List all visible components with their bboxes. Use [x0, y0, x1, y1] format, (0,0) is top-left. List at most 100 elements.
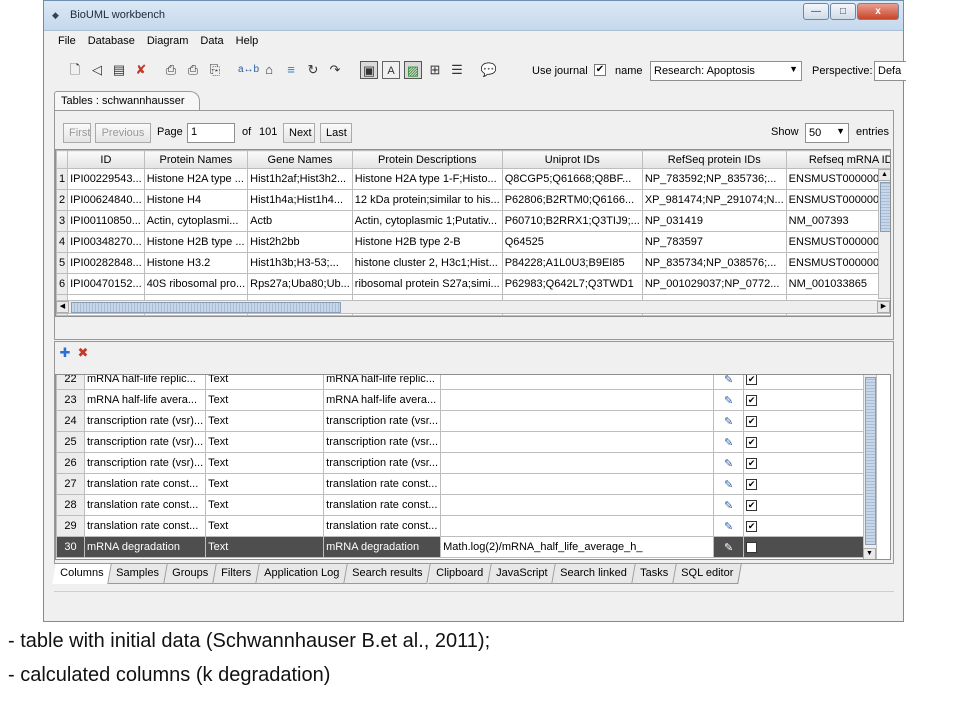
- header-uniprot-ids[interactable]: Uniprot IDs: [501, 150, 643, 169]
- column-name[interactable]: transcription rate (vsr)...: [83, 452, 207, 474]
- column-name[interactable]: translation rate const...: [83, 515, 207, 537]
- menu-database[interactable]: Database: [84, 32, 143, 52]
- tab-tasks[interactable]: Tasks: [632, 564, 677, 584]
- table-cell[interactable]: P60710;B2RRX1;Q3TIJ9;...: [501, 210, 643, 232]
- table-cell[interactable]: IPI00624840...: [67, 189, 145, 211]
- menu-help[interactable]: Help: [232, 32, 267, 52]
- header-protein-descriptions[interactable]: Protein Descriptions: [351, 150, 503, 169]
- column-formula[interactable]: Math.log(2)/mRNA_half_life_average_h_: [440, 536, 715, 558]
- table-cell[interactable]: Histone H2A type ...: [143, 168, 249, 190]
- edit-formula-icon[interactable]: ✎: [713, 389, 745, 411]
- column-row[interactable]: 26 transcription rate (vsr)... Text transcr…: [56, 452, 865, 474]
- menu-diagram[interactable]: Diagram: [143, 32, 197, 52]
- select-icon[interactable]: ▣: [360, 61, 378, 79]
- perspective-select[interactable]: Defa: [874, 61, 906, 81]
- column-type[interactable]: Text: [205, 473, 325, 495]
- table-cell[interactable]: Histone H4: [143, 189, 249, 211]
- visible-checkbox[interactable]: ✔: [746, 478, 758, 490]
- header-id[interactable]: ID: [67, 150, 145, 169]
- table-cell[interactable]: Hist1h2af;Hist3h2...: [247, 168, 353, 190]
- tab-application-log[interactable]: Application Log: [256, 564, 349, 584]
- data-table-hscroll[interactable]: ◀ ▶: [56, 300, 890, 314]
- title-bar[interactable]: ◆ BioUML workbench — □ x: [44, 1, 903, 31]
- tab-search-results[interactable]: Search results: [344, 564, 432, 584]
- filter-icon[interactable]: ≡: [282, 61, 300, 79]
- column-title[interactable]: translation rate const...: [323, 473, 442, 495]
- column-title[interactable]: mRNA half-life replic...: [323, 375, 442, 390]
- table-cell[interactable]: NP_783597: [641, 231, 787, 253]
- edit-formula-icon[interactable]: ✎: [713, 536, 745, 558]
- table-cell[interactable]: ENSMUST0000007300...: [785, 189, 890, 211]
- table-cell[interactable]: Q8CGP5;Q61668;Q8BF...: [501, 168, 643, 190]
- table-cell[interactable]: Actin, cytoplasmi...: [143, 210, 249, 232]
- column-formula[interactable]: [440, 515, 715, 537]
- tab-sql-editor[interactable]: SQL editor: [673, 564, 742, 584]
- table-cell[interactable]: Actb: [247, 210, 353, 232]
- table-cell[interactable]: XP_981474;NP_291074;N...: [641, 189, 787, 211]
- table-cell[interactable]: ribosomal protein S27a;simi...: [351, 273, 503, 295]
- new-document-icon[interactable]: 🗋: [66, 61, 84, 79]
- redo-icon[interactable]: ↷: [326, 61, 344, 79]
- save-icon[interactable]: ▤: [110, 61, 128, 79]
- column-name[interactable]: mRNA half-life replic...: [83, 375, 207, 390]
- edit-formula-icon[interactable]: ✎: [713, 515, 745, 537]
- scroll-left-icon[interactable]: ◀: [56, 301, 69, 313]
- text-icon[interactable]: A: [382, 61, 400, 79]
- table-cell[interactable]: histone cluster 2, H3c1;Hist...: [351, 252, 503, 274]
- visible-checkbox[interactable]: ✔: [746, 415, 758, 427]
- column-type[interactable]: Text: [205, 494, 325, 516]
- column-type[interactable]: Text: [205, 389, 325, 411]
- edit-formula-icon[interactable]: ✎: [713, 431, 745, 453]
- table-cell[interactable]: NP_783592;NP_835736;...: [641, 168, 787, 190]
- column-title[interactable]: mRNA half-life avera...: [323, 389, 442, 411]
- menu-file[interactable]: File: [54, 32, 84, 52]
- spell-icon[interactable]: a↔b: [238, 61, 259, 79]
- edit-formula-icon[interactable]: ✎: [713, 452, 745, 474]
- table-cell[interactable]: Histone H3.2: [143, 252, 249, 274]
- column-row[interactable]: 24 transcription rate (vsr)... Text transcr…: [56, 410, 865, 432]
- column-type[interactable]: Text: [205, 536, 325, 558]
- layout-icon[interactable]: ⊞: [426, 61, 444, 79]
- column-formula[interactable]: [440, 494, 715, 516]
- table-row[interactable]: 6 IPI00470152... 40S ribosomal pro... Rps27…: [56, 273, 890, 295]
- column-title[interactable]: transcription rate (vsr...: [323, 452, 442, 474]
- table-cell[interactable]: IPI00229543...: [67, 168, 145, 190]
- previous-page-button[interactable]: Previous: [95, 123, 151, 143]
- scroll-down-icon[interactable]: ▼: [863, 548, 876, 559]
- next-page-button[interactable]: Next: [283, 123, 315, 143]
- column-name[interactable]: translation rate const...: [83, 494, 207, 516]
- close-button[interactable]: x: [857, 3, 899, 20]
- print-icon[interactable]: ⎙: [162, 61, 180, 79]
- tab-groups[interactable]: Groups: [164, 564, 218, 584]
- table-cell[interactable]: IPI00348270...: [67, 231, 145, 253]
- scroll-up-icon[interactable]: ▲: [878, 169, 890, 181]
- column-type[interactable]: Text: [205, 515, 325, 537]
- column-formula[interactable]: [440, 375, 715, 390]
- column-row[interactable]: 23 mRNA half-life avera... Text mRNA half-l…: [56, 389, 865, 411]
- column-row[interactable]: 30 mRNA degradation Text mRNA degradation Ma…: [56, 536, 865, 558]
- visible-checkbox[interactable]: ✔: [746, 375, 758, 385]
- column-title[interactable]: translation rate const...: [323, 494, 442, 516]
- table-cell[interactable]: ENSMUST0000007326...: [785, 168, 890, 190]
- use-journal-checkbox[interactable]: ✔: [594, 64, 606, 76]
- scroll-thumb[interactable]: [865, 377, 876, 545]
- table-cell[interactable]: NP_835734;NP_038576;...: [641, 252, 787, 274]
- tab-samples[interactable]: Samples: [108, 564, 168, 584]
- table-cell[interactable]: NM_007393: [785, 210, 890, 232]
- tab-filters[interactable]: Filters: [213, 564, 260, 584]
- data-table-vscroll[interactable]: ▲: [878, 169, 890, 299]
- visible-checkbox[interactable]: ✔: [746, 436, 758, 448]
- table-cell[interactable]: Histone H2B type ...: [143, 231, 249, 253]
- table-cell[interactable]: IPI00282848...: [67, 252, 145, 274]
- page-setup-icon[interactable]: ⎘: [206, 61, 224, 79]
- comment-icon[interactable]: 💬: [480, 61, 498, 79]
- minimize-button[interactable]: —: [803, 3, 829, 20]
- column-name[interactable]: mRNA degradation: [83, 536, 207, 558]
- table-cell[interactable]: P84228;A1L0U3;B9EI85: [501, 252, 643, 274]
- table-cell[interactable]: 12 kDa protein;similar to his...: [351, 189, 503, 211]
- image-icon[interactable]: ▨: [404, 61, 422, 79]
- visible-checkbox[interactable]: ✔: [746, 499, 758, 511]
- column-formula[interactable]: [440, 431, 715, 453]
- column-type[interactable]: Text: [205, 431, 325, 453]
- column-type[interactable]: Text: [205, 452, 325, 474]
